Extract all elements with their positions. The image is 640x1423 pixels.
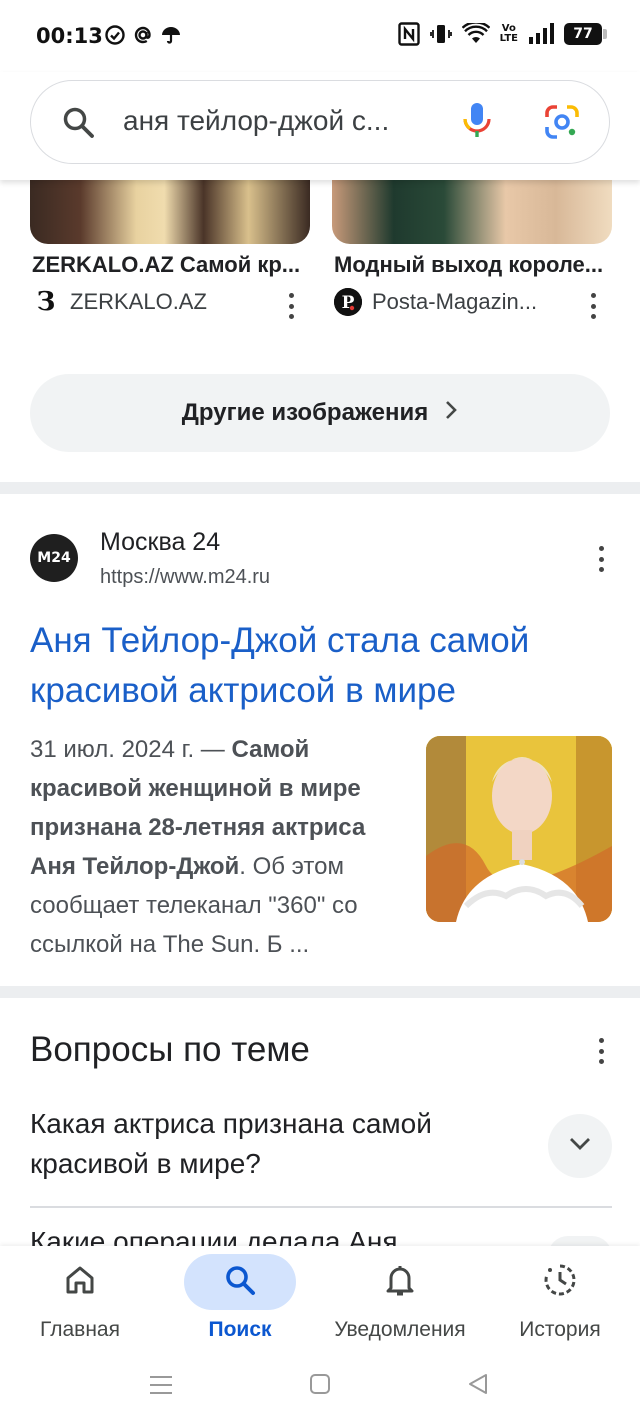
bell-icon	[383, 1263, 417, 1302]
site-url[interactable]: https://www.m24.ru	[100, 566, 270, 589]
google-lens-icon[interactable]	[543, 103, 581, 146]
back-icon[interactable]	[466, 1372, 490, 1401]
image-result-source: З ZERKALO.AZ	[32, 287, 207, 317]
section-divider	[0, 482, 640, 494]
battery-indicator: 77	[564, 23, 607, 45]
site-name[interactable]: Москва 24	[100, 528, 220, 557]
section-divider	[0, 986, 640, 998]
volte-indicator: Vo LTE	[499, 23, 518, 44]
home-square-icon[interactable]	[309, 1373, 331, 1400]
search-query[interactable]: аня тейлор-джой с...	[123, 105, 389, 137]
image-result-thumbnail[interactable]	[30, 180, 310, 244]
more-options-icon[interactable]	[597, 1038, 605, 1064]
result-snippet: 31 июл. 2024 г. — Самой красивой женщино…	[30, 730, 400, 964]
expand-question-button[interactable]	[548, 1114, 612, 1178]
nav-history[interactable]: История	[480, 1246, 640, 1364]
check-circle-icon	[104, 24, 126, 46]
site-logo[interactable]: M24	[30, 534, 78, 582]
image-result-thumbnail[interactable]	[332, 180, 612, 244]
related-question[interactable]: Какая актриса признана самой красивой в …	[30, 1104, 510, 1184]
home-icon	[63, 1263, 97, 1302]
nav-label: Поиск	[208, 1318, 272, 1341]
question-separator	[30, 1206, 612, 1208]
snippet-date: 31 июл. 2024 г. —	[30, 736, 232, 763]
nav-label: Уведомления	[334, 1318, 466, 1341]
related-question[interactable]: Какие операции делала Аня	[30, 1226, 398, 1246]
status-notification-icons	[104, 24, 182, 46]
result-thumbnail[interactable]	[426, 736, 612, 922]
chevron-right-icon	[444, 399, 458, 427]
source-name: Posta-Magazin...	[372, 289, 538, 314]
vibrate-icon	[429, 22, 452, 46]
search-header: аня тейлор-джой с...	[0, 72, 640, 180]
source-logo: З	[32, 287, 60, 317]
more-images-button[interactable]: Другие изображения	[30, 374, 610, 452]
bottom-navigation: Главная Поиск Уведомления История	[0, 1246, 640, 1364]
source-logo: P	[334, 288, 362, 316]
search-icon	[61, 105, 97, 146]
nav-label: Главная	[40, 1318, 120, 1341]
wifi-icon	[461, 23, 490, 45]
result-title-link[interactable]: Аня Тейлор-Джой стала самой красивой акт…	[30, 616, 620, 716]
more-options-icon[interactable]	[287, 293, 295, 319]
image-result-title[interactable]: ZERKALO.AZ Самой кр...	[32, 252, 308, 278]
source-name: ZERKALO.AZ	[70, 289, 207, 314]
image-result-title[interactable]: Модный выход короле...	[334, 252, 610, 278]
nav-search[interactable]: Поиск	[160, 1246, 320, 1364]
more-options-icon[interactable]	[589, 293, 597, 319]
more-images-label: Другие изображения	[181, 399, 429, 426]
system-navigation-bar	[0, 1364, 640, 1423]
nav-notifications[interactable]: Уведомления	[320, 1246, 480, 1364]
more-options-icon[interactable]	[597, 546, 605, 572]
nfc-icon	[397, 22, 420, 46]
nav-label: История	[519, 1318, 601, 1341]
status-system-icons: Vo LTE 77	[397, 22, 607, 46]
status-bar: 00:13 Vo LTE 77	[0, 0, 640, 72]
signal-icon	[528, 23, 554, 45]
search-box[interactable]: аня тейлор-джой с...	[30, 80, 610, 164]
related-questions-heading: Вопросы по теме	[30, 1030, 310, 1069]
chevron-down-icon	[569, 1137, 591, 1156]
nav-home[interactable]: Главная	[0, 1246, 160, 1364]
status-time: 00:13	[36, 24, 103, 48]
at-sign-icon	[132, 24, 154, 46]
history-icon	[542, 1262, 578, 1303]
menu-icon[interactable]	[149, 1374, 173, 1401]
microphone-icon[interactable]	[461, 101, 493, 146]
search-icon	[223, 1263, 257, 1302]
image-result-source: P Posta-Magazin...	[334, 288, 537, 316]
umbrella-icon	[160, 24, 182, 46]
